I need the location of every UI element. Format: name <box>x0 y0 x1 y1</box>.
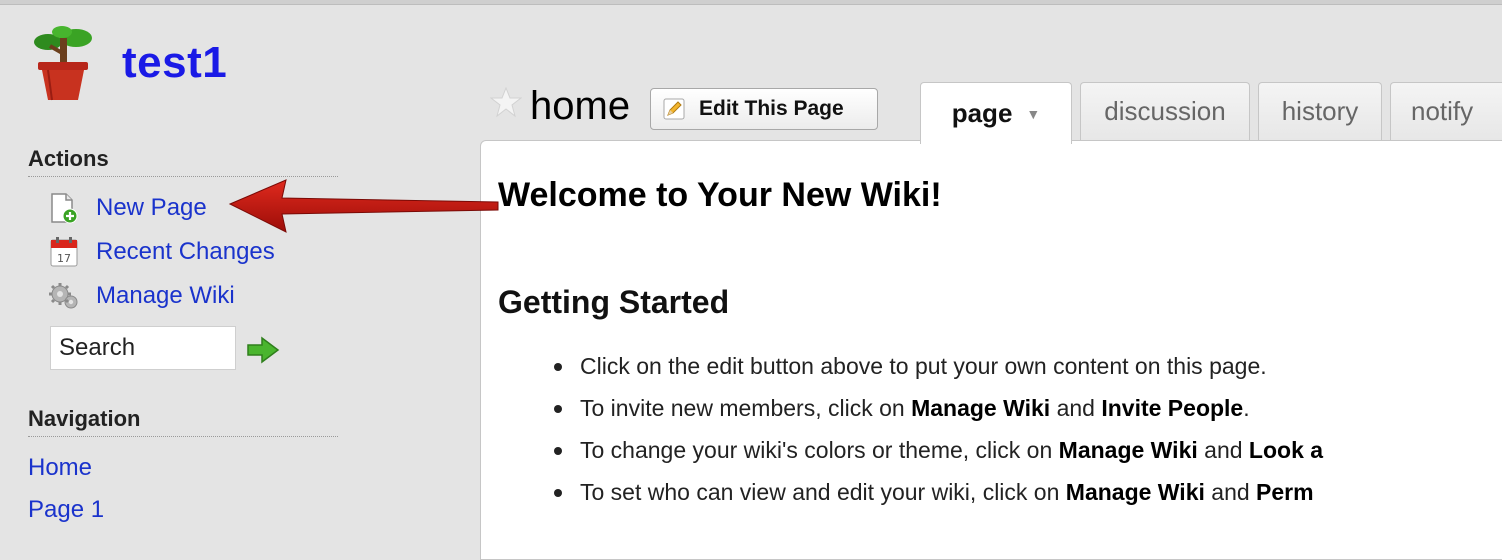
dropdown-triangle-icon[interactable]: ▼ <box>1026 106 1040 122</box>
list-item: Click on the edit button above to put yo… <box>548 348 1323 390</box>
tab-page-label: page <box>951 98 1013 128</box>
wiki-title[interactable]: test1 <box>122 38 227 88</box>
new-page-action[interactable]: New Page <box>48 190 207 226</box>
tab-discussion-label: discussion <box>1104 96 1226 126</box>
recent-changes-link[interactable]: Recent Changes <box>96 238 275 266</box>
edit-button-label: Edit This Page <box>699 97 844 120</box>
star-icon[interactable] <box>490 86 522 118</box>
tab-page[interactable]: page ▼ <box>920 82 1072 144</box>
bonsai-logo-icon[interactable] <box>28 24 100 104</box>
tab-discussion[interactable]: discussion <box>1080 82 1250 140</box>
tab-history-label: history <box>1281 96 1359 126</box>
window-top-border <box>0 0 1502 5</box>
list-item: To set who can view and edit your wiki, … <box>548 474 1323 516</box>
navigation-heading: Navigation <box>28 406 141 431</box>
manage-wiki-link[interactable]: Manage Wiki <box>96 282 235 310</box>
calendar-day-text: 17 <box>57 252 71 265</box>
actions-heading: Actions <box>28 146 109 171</box>
list-item: To invite new members, click on Manage W… <box>548 390 1323 432</box>
annotation-arrow-icon <box>228 179 499 233</box>
search-go-arrow-icon[interactable] <box>246 336 282 364</box>
getting-started-list: Click on the edit button above to put yo… <box>548 348 1323 516</box>
nav-link-home[interactable]: Home <box>28 454 92 482</box>
edit-this-page-button[interactable]: Edit This Page <box>650 88 878 130</box>
nav-link-page-1[interactable]: Page 1 <box>28 496 104 524</box>
manage-wiki-action[interactable]: Manage Wiki <box>48 278 235 314</box>
tab-notify[interactable]: notify <box>1390 82 1502 140</box>
content-subheading: Getting Started <box>498 284 730 320</box>
tab-notify-label: notify <box>1411 96 1474 126</box>
pencil-icon <box>663 98 685 120</box>
list-item: To change your wiki's colors or theme, c… <box>548 432 1323 474</box>
tab-history[interactable]: history <box>1258 82 1382 140</box>
content-heading: Welcome to Your New Wiki! <box>498 176 942 214</box>
gear-icon <box>48 280 84 312</box>
actions-divider <box>28 176 338 177</box>
recent-changes-action[interactable]: 17 Recent Changes <box>48 234 275 270</box>
new-page-link[interactable]: New Page <box>96 194 207 222</box>
calendar-icon: 17 <box>48 236 84 268</box>
new-page-icon <box>48 192 84 224</box>
search-input[interactable] <box>50 326 236 370</box>
page-title: home <box>530 84 631 128</box>
navigation-divider <box>28 436 338 437</box>
